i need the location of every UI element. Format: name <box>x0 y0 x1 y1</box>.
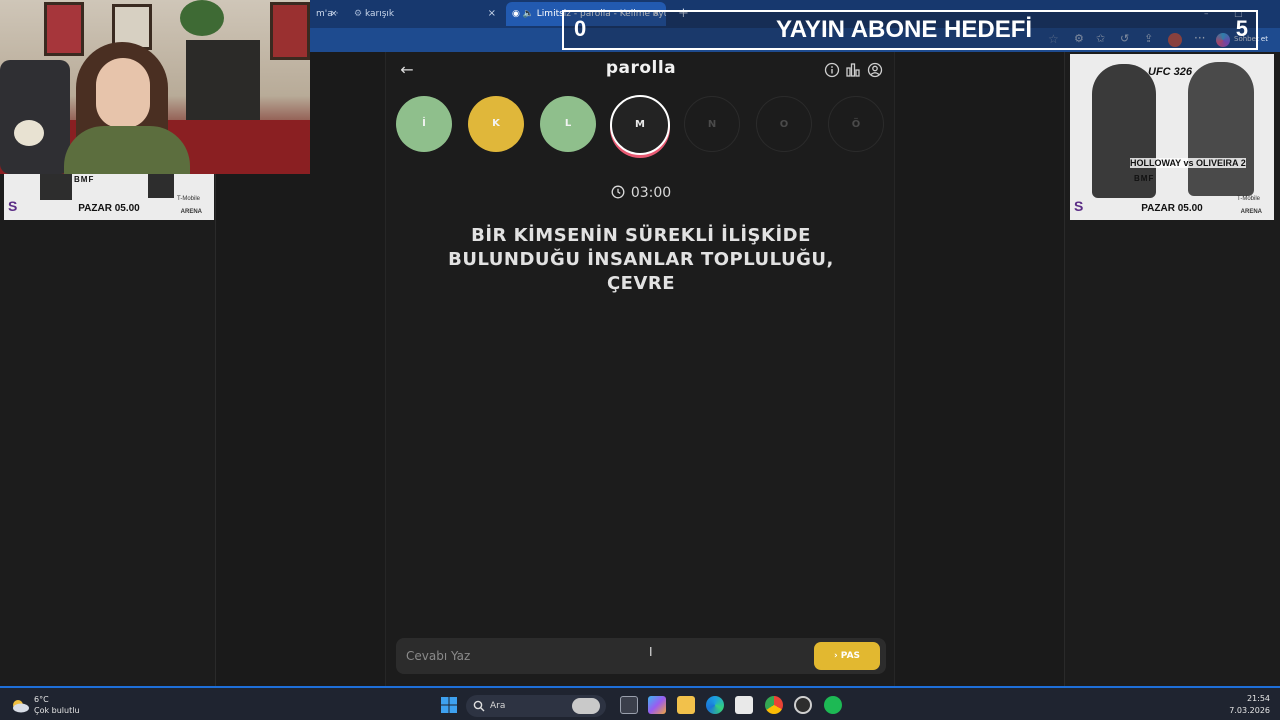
ad-arena-logo: ARENA <box>180 209 202 215</box>
letter-circle: Ö <box>828 96 884 152</box>
taskbar-clock[interactable]: 21:54 7.03.2026 <box>1229 693 1270 717</box>
countdown-timer: 03:00 <box>386 185 896 201</box>
windows-start-icon[interactable] <box>440 696 458 714</box>
goal-title: YAYIN ABONE HEDEFİ <box>776 16 1033 43</box>
weather-temperature: 6°C <box>34 695 49 704</box>
profile-icon[interactable] <box>867 62 883 78</box>
search-placeholder: Ara <box>490 701 506 711</box>
ad-bmf-logo: BMF <box>1134 174 1155 183</box>
clock-time: 21:54 <box>1246 694 1270 703</box>
parolla-game-panel: ← parolla İ K L M N O Ö 03:00 BİR KİMSEN… <box>385 52 895 686</box>
letter-progress-row: İ K L M N O Ö <box>386 95 896 160</box>
webcam-plant <box>180 0 224 36</box>
windows-taskbar: 6°C Çok bulutlu Ara 21:54 7.03.2026 <box>0 686 1280 720</box>
tab-close-icon[interactable]: × <box>488 2 496 26</box>
ad-bmf-logo: BMF <box>74 175 95 184</box>
webcam-person <box>60 40 190 174</box>
info-icon[interactable] <box>824 62 840 78</box>
webcam-plush-toy <box>14 120 44 146</box>
letter-circle: L <box>540 96 596 152</box>
letter-label: N <box>707 119 717 130</box>
cloud-icon <box>13 700 29 713</box>
app-icon[interactable] <box>794 696 812 714</box>
goal-target-count: 5 <box>1235 16 1248 41</box>
tab-karisik[interactable]: ⚙ karışık × <box>348 2 502 26</box>
taskbar-search[interactable]: Ara <box>466 695 606 717</box>
timer-value: 03:00 <box>630 185 672 201</box>
person-face <box>96 58 150 128</box>
weather-widget[interactable]: 6°C Çok bulutlu <box>10 693 100 719</box>
right-ad-banner: UFC 326 HOLLOWAY vs OLIVEIRA 2 BMF S PAZ… <box>1070 54 1274 220</box>
task-view-icon[interactable] <box>620 696 638 714</box>
answer-input[interactable] <box>406 638 806 674</box>
letter-label: O <box>779 119 789 130</box>
letter-label: İ <box>422 118 426 129</box>
webcam-poster <box>270 2 310 60</box>
spotify-icon[interactable] <box>824 696 842 714</box>
clock-date: 7.03.2026 <box>1229 706 1270 715</box>
answer-bar: › PAS <box>396 638 886 674</box>
webcam-feed <box>0 0 310 174</box>
weather-description: Çok bulutlu <box>34 706 80 715</box>
ad-fighter-right <box>1188 62 1254 196</box>
pass-button[interactable]: › PAS <box>814 642 880 670</box>
copilot-app-icon[interactable] <box>648 696 666 714</box>
letter-label: M <box>635 119 645 130</box>
text-cursor-icon: I <box>649 645 653 659</box>
audio-icon: ◉ 🔈 <box>512 9 537 19</box>
ad-arena-logo: ARENA <box>1240 209 1262 215</box>
letter-circle: O <box>756 96 812 152</box>
letter-circle: K <box>468 96 524 152</box>
app-logo: parolla <box>605 58 677 78</box>
ad-fighter-names: HOLLOWAY vs OLIVEIRA 2 <box>1130 158 1246 168</box>
clue-text: BİR KİMSENİN SÜREKLİ İLİŞKİDE BULUNDUĞU … <box>448 225 834 294</box>
ad-tmobile-logo: T-Mobile <box>176 196 200 202</box>
letter-circle: İ <box>396 96 452 152</box>
tab-icon: ⚙ <box>354 9 365 19</box>
person-sweater <box>64 126 190 174</box>
tab-label: karışık <box>364 9 395 19</box>
chrome-icon[interactable] <box>765 696 783 714</box>
letter-circle-current: M <box>610 95 670 155</box>
goal-current-count: 0 <box>574 16 587 41</box>
file-explorer-icon[interactable] <box>677 696 695 714</box>
letter-label: K <box>492 118 500 129</box>
subscriber-goal-overlay: 0 YAYIN ABONE HEDEFİ 5 <box>562 10 1258 50</box>
clock-icon <box>611 185 625 199</box>
stats-icon[interactable] <box>845 62 861 78</box>
edge-icon[interactable] <box>706 696 724 714</box>
search-icon <box>473 700 485 712</box>
letter-label: Ö <box>851 119 861 130</box>
letter-label: L <box>564 118 572 129</box>
tab-close-icon-1[interactable]: × <box>330 2 344 26</box>
ad-tmobile-logo: T-Mobile <box>1236 196 1260 202</box>
ad-ufc-logo: UFC 326 <box>1148 66 1193 78</box>
left-ad-banner: BMF S PAZAR 05.00 T-Mobile ARENA <box>4 174 214 220</box>
ad-fighter-image <box>148 174 174 198</box>
search-highlight-icon <box>572 698 600 714</box>
store-icon[interactable] <box>735 696 753 714</box>
ad-fighter-image <box>40 174 72 200</box>
letter-circle: N <box>684 96 740 152</box>
